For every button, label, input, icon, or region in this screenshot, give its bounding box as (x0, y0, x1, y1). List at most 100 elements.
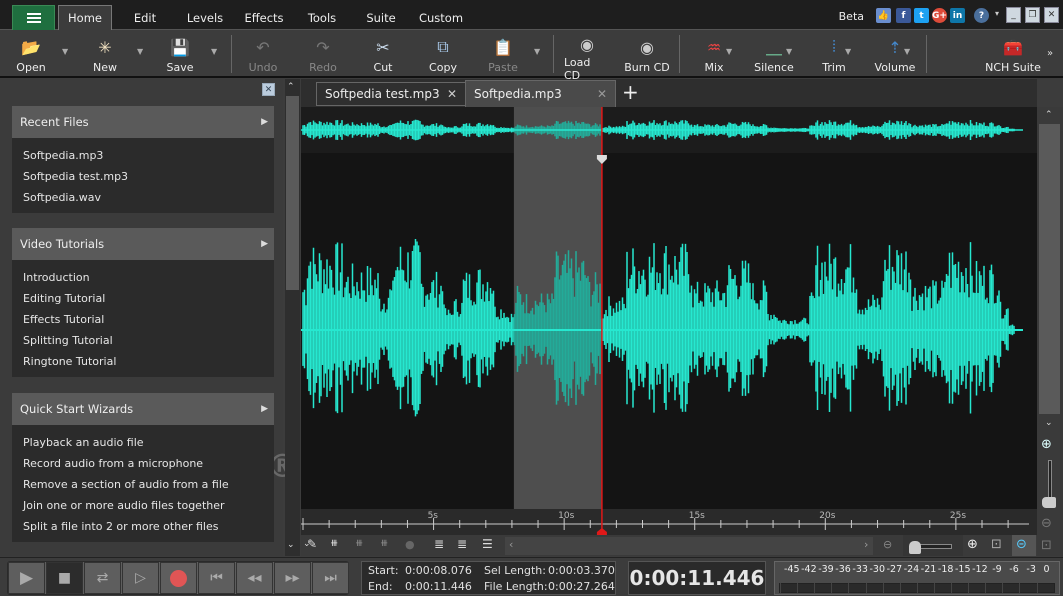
help-icon[interactable]: ? (974, 8, 989, 23)
add-tab-button[interactable]: + (622, 80, 639, 104)
google-plus-icon[interactable]: G+ (932, 8, 947, 23)
restore-button[interactable]: ❐ (1025, 7, 1040, 23)
fast-forward-button[interactable]: ▸▸ (274, 562, 311, 594)
dropdown-arrow-icon[interactable]: ▼ (137, 47, 143, 56)
close-tab-icon[interactable]: ✕ (597, 87, 607, 101)
dropdown-arrow-icon[interactable]: ▼ (534, 47, 540, 56)
file-tab[interactable]: Softpedia test.mp3 ✕ (316, 82, 466, 106)
section-link[interactable]: Record audio from a microphone (23, 453, 274, 474)
marker-region-icon[interactable]: ⧻ (380, 538, 388, 549)
section-link[interactable]: Introduction (23, 267, 274, 288)
linkedin-icon[interactable]: in (950, 8, 965, 23)
tab-levels[interactable]: Levels (180, 5, 230, 30)
panel-close-icon[interactable]: ✕ (262, 83, 275, 96)
pencil-tool-icon[interactable]: ✎ (307, 537, 317, 551)
section-link[interactable]: Softpedia.wav (23, 187, 274, 208)
section-link[interactable]: Split a file into 2 or more other files (23, 516, 274, 537)
toolbar-save-button[interactable]: 💾 Save (160, 31, 200, 78)
rewind-button[interactable]: ◂◂ (236, 562, 273, 594)
section-link[interactable]: Ringtone Tutorial (23, 351, 274, 372)
end-value[interactable]: 0:00:11.446 (405, 580, 472, 593)
tab-effects[interactable]: Effects (238, 5, 290, 30)
section-link[interactable]: Softpedia.mp3 (23, 145, 274, 166)
section-header-video-tutorials[interactable]: Video Tutorials ▶ (12, 228, 274, 260)
toolbar-paste-button[interactable]: 📋 Paste (482, 31, 524, 78)
dropdown-arrow-icon[interactable]: ▼ (786, 47, 792, 56)
tab-edit[interactable]: Edit (122, 5, 168, 30)
go-to-start-button[interactable]: ⏮ (198, 562, 235, 594)
section-link[interactable]: Softpedia test.mp3 (23, 166, 274, 187)
toolbar-open-button[interactable]: 📂 Open (12, 31, 50, 78)
section-header-quick-start-wizards[interactable]: Quick Start Wizards ▶ (12, 393, 274, 425)
tab-custom[interactable]: Custom (414, 5, 468, 30)
dropdown-arrow-icon[interactable]: ▼ (211, 47, 217, 56)
section-header-recent-files[interactable]: Recent Files ▶ (12, 106, 274, 138)
toolbar-volume-button[interactable]: ⇡ Volume (871, 31, 919, 78)
close-button[interactable]: ✕ (1044, 7, 1059, 23)
section-link[interactable]: Join one or more audio files together (23, 495, 274, 516)
left-scroll-thumb[interactable] (286, 96, 299, 290)
tab-suite[interactable]: Suite (358, 5, 404, 30)
section-link[interactable]: Playback an audio file (23, 432, 274, 453)
scrub-play-button[interactable]: ▷ (122, 562, 159, 594)
waveform-canvas[interactable] (301, 107, 1037, 509)
zoom-out-icon[interactable]: ⊖ (883, 538, 892, 551)
horizontal-scrollbar[interactable] (505, 537, 873, 555)
toolbar-load-cd-button[interactable]: ◉ Load CD (564, 31, 610, 82)
facebook-icon[interactable]: f (896, 8, 911, 23)
vertical-scroll-thumb[interactable] (1039, 124, 1060, 414)
file-tab-active[interactable]: Softpedia.mp3 ✕ (465, 80, 616, 107)
vertical-zoom-out-icon[interactable]: ⊖ (1041, 516, 1052, 531)
twitter-icon[interactable]: t (914, 8, 929, 23)
bookmark-list-icon[interactable]: ≣ (457, 537, 467, 551)
toolbar-burn-cd-button[interactable]: ◉ Burn CD (624, 31, 670, 78)
toolbar-copy-button[interactable]: ⧉ Copy (424, 31, 462, 78)
dropdown-arrow-icon[interactable]: ▼ (726, 47, 732, 56)
expand-arrow-icon[interactable]: ▶ (261, 404, 268, 414)
play-button[interactable]: ▶ (8, 562, 45, 594)
section-link[interactable]: Remove a section of audio from a file (23, 474, 274, 495)
scroll-down-icon[interactable]: ⌄ (287, 540, 295, 550)
loop-button[interactable]: ⇄ (84, 562, 121, 594)
close-tab-icon[interactable]: ✕ (447, 87, 457, 101)
dropdown-arrow-icon[interactable]: ▼ (845, 47, 851, 56)
vertical-zoom-thumb[interactable] (1042, 497, 1056, 508)
toolbar-new-button[interactable]: ✳ New (86, 31, 124, 78)
zoom-selection-icon[interactable]: ⊡ (991, 537, 1002, 552)
tab-tools[interactable]: Tools (300, 5, 344, 30)
start-value[interactable]: 0:00:08.076 (405, 564, 472, 577)
add-marker-icon[interactable]: ⧻ (330, 538, 338, 549)
sel-length-value[interactable]: 0:00:03.370 (548, 564, 615, 577)
minimize-button[interactable]: _ (1006, 7, 1021, 23)
record-button[interactable] (160, 562, 197, 594)
toolbar-undo-button[interactable]: ↶ Undo (246, 31, 280, 78)
tab-home[interactable]: Home (58, 5, 112, 30)
scroll-up-icon[interactable]: ⌃ (287, 82, 295, 92)
main-menu-button[interactable] (12, 5, 55, 30)
go-to-end-button[interactable]: ⏭ (312, 562, 349, 594)
section-link[interactable]: Effects Tutorial (23, 309, 274, 330)
vertical-zoom-in-icon[interactable]: ⊕ (1041, 437, 1052, 452)
vertical-zoom-fit-icon[interactable]: ⊡ (1041, 538, 1052, 553)
dropdown-arrow-icon[interactable]: ▼ (904, 47, 910, 56)
scroll-left-icon[interactable]: ‹ (509, 538, 513, 551)
scroll-up-icon[interactable]: ⌃ (1045, 110, 1053, 120)
stop-button[interactable]: ■ (46, 562, 83, 594)
dropdown-arrow-icon[interactable]: ▼ (62, 47, 68, 56)
toolbar-nch-suite-button[interactable]: 🧰 NCH Suite (985, 31, 1041, 78)
help-dropdown-icon[interactable]: ▾ (995, 9, 999, 18)
expand-arrow-icon[interactable]: ▶ (261, 239, 268, 249)
list-icon[interactable]: ☰ (482, 537, 493, 551)
toolbar-cut-button[interactable]: ✂ Cut (364, 31, 402, 78)
bookmark-icon[interactable]: ≣ (434, 537, 444, 551)
zoom-slider-thumb[interactable] (909, 541, 921, 554)
record-marker-icon[interactable]: ● (405, 538, 415, 551)
like-icon[interactable]: 👍 (876, 8, 891, 23)
section-link[interactable]: Editing Tutorial (23, 288, 274, 309)
scroll-down-icon[interactable]: ⌄ (1045, 418, 1053, 428)
toolbar-overflow-button[interactable]: » (1047, 48, 1053, 59)
zoom-in-icon[interactable]: ⊕ (967, 537, 978, 552)
marker-tool-icon[interactable]: ⧻ (355, 538, 363, 549)
toolbar-redo-button[interactable]: ↷ Redo (306, 31, 340, 78)
section-link[interactable]: Splitting Tutorial (23, 330, 274, 351)
